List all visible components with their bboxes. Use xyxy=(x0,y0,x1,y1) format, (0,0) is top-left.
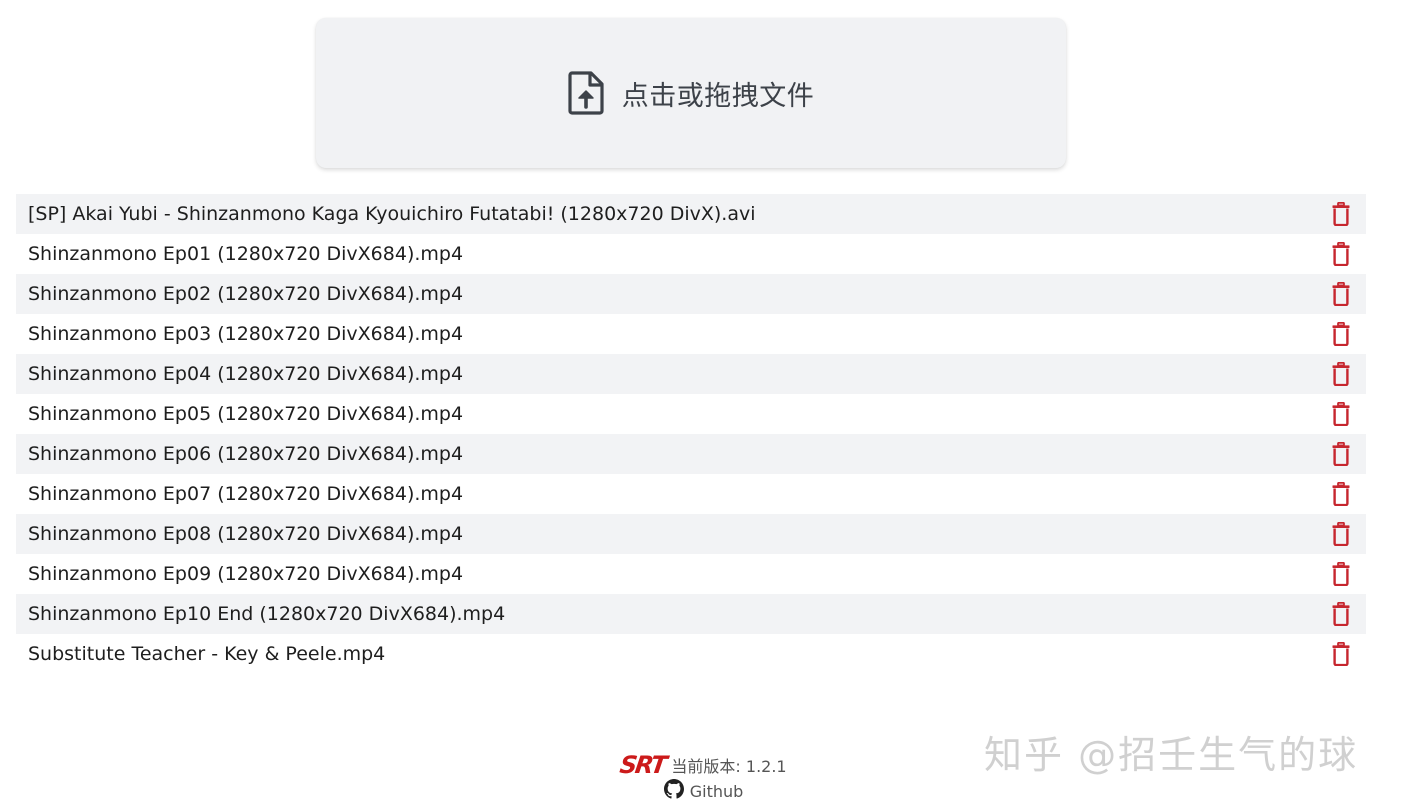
delete-file-button[interactable] xyxy=(1330,361,1352,387)
delete-file-button[interactable] xyxy=(1330,521,1352,547)
file-row-11: Shinzanmono Ep10 End (1280x720 DivX684).… xyxy=(16,594,1366,634)
trash-icon xyxy=(1332,562,1350,586)
version-line: SRT 当前版本: 1.2.1 xyxy=(618,751,787,779)
trash-icon xyxy=(1332,442,1350,466)
file-name: Shinzanmono Ep07 (1280x720 DivX684).mp4 xyxy=(28,483,464,505)
file-name: Shinzanmono Ep09 (1280x720 DivX684).mp4 xyxy=(28,563,464,585)
dropzone-label: 点击或拖拽文件 xyxy=(621,80,815,112)
file-row-10: Shinzanmono Ep09 (1280x720 DivX684).mp4 xyxy=(16,554,1366,594)
github-link[interactable]: Github xyxy=(663,778,744,804)
file-row-4: Shinzanmono Ep03 (1280x720 DivX684).mp4 xyxy=(16,314,1366,354)
delete-file-button[interactable] xyxy=(1330,401,1352,427)
file-name: Shinzanmono Ep08 (1280x720 DivX684).mp4 xyxy=(28,523,464,545)
delete-file-button[interactable] xyxy=(1330,561,1352,587)
page: 点击或拖拽文件 [SP] Akai Yubi - Shinzanmono Kag… xyxy=(0,0,1407,806)
file-name: Substitute Teacher - Key & Peele.mp4 xyxy=(28,643,386,665)
file-name: Shinzanmono Ep02 (1280x720 DivX684).mp4 xyxy=(28,283,464,305)
file-row-9: Shinzanmono Ep08 (1280x720 DivX684).mp4 xyxy=(16,514,1366,554)
file-name: Shinzanmono Ep04 (1280x720 DivX684).mp4 xyxy=(28,363,464,385)
file-row-7: Shinzanmono Ep06 (1280x720 DivX684).mp4 xyxy=(16,434,1366,474)
file-row-3: Shinzanmono Ep02 (1280x720 DivX684).mp4 xyxy=(16,274,1366,314)
trash-icon xyxy=(1332,482,1350,506)
file-name: Shinzanmono Ep05 (1280x720 DivX684).mp4 xyxy=(28,403,464,425)
delete-file-button[interactable] xyxy=(1330,481,1352,507)
file-row-2: Shinzanmono Ep01 (1280x720 DivX684).mp4 xyxy=(16,234,1366,274)
dropzone-content: 点击或拖拽文件 xyxy=(568,71,815,115)
github-icon xyxy=(663,779,684,803)
trash-icon xyxy=(1332,642,1350,666)
delete-file-button[interactable] xyxy=(1330,241,1352,267)
file-name: Shinzanmono Ep01 (1280x720 DivX684).mp4 xyxy=(28,243,464,265)
file-row-6: Shinzanmono Ep05 (1280x720 DivX684).mp4 xyxy=(16,394,1366,434)
file-upload-icon xyxy=(568,71,604,115)
delete-file-button[interactable] xyxy=(1330,441,1352,467)
trash-icon xyxy=(1332,202,1350,226)
delete-file-button[interactable] xyxy=(1330,641,1352,667)
file-name: Shinzanmono Ep10 End (1280x720 DivX684).… xyxy=(28,603,506,625)
delete-file-button[interactable] xyxy=(1330,201,1352,227)
srt-logo: SRT xyxy=(618,751,668,779)
file-row-5: Shinzanmono Ep04 (1280x720 DivX684).mp4 xyxy=(16,354,1366,394)
trash-icon xyxy=(1332,242,1350,266)
trash-icon xyxy=(1332,282,1350,306)
file-list: [SP] Akai Yubi - Shinzanmono Kaga Kyouic… xyxy=(16,194,1366,674)
delete-file-button[interactable] xyxy=(1330,601,1352,627)
file-dropzone[interactable]: 点击或拖拽文件 xyxy=(316,18,1066,168)
file-row-1: [SP] Akai Yubi - Shinzanmono Kaga Kyouic… xyxy=(16,194,1366,234)
trash-icon xyxy=(1332,522,1350,546)
trash-icon xyxy=(1332,402,1350,426)
watermark: 知乎 @招壬生气的球 xyxy=(984,733,1359,777)
file-row-8: Shinzanmono Ep07 (1280x720 DivX684).mp4 xyxy=(16,474,1366,514)
delete-file-button[interactable] xyxy=(1330,321,1352,347)
delete-file-button[interactable] xyxy=(1330,281,1352,307)
github-label: Github xyxy=(689,781,744,801)
version-label: 当前版本: 1.2.1 xyxy=(671,757,787,776)
file-name: Shinzanmono Ep06 (1280x720 DivX684).mp4 xyxy=(28,443,464,465)
file-row-12: Substitute Teacher - Key & Peele.mp4 xyxy=(16,634,1366,674)
trash-icon xyxy=(1332,602,1350,626)
trash-icon xyxy=(1332,362,1350,386)
file-name: Shinzanmono Ep03 (1280x720 DivX684).mp4 xyxy=(28,323,464,345)
file-name: [SP] Akai Yubi - Shinzanmono Kaga Kyouic… xyxy=(28,203,756,225)
trash-icon xyxy=(1332,322,1350,346)
